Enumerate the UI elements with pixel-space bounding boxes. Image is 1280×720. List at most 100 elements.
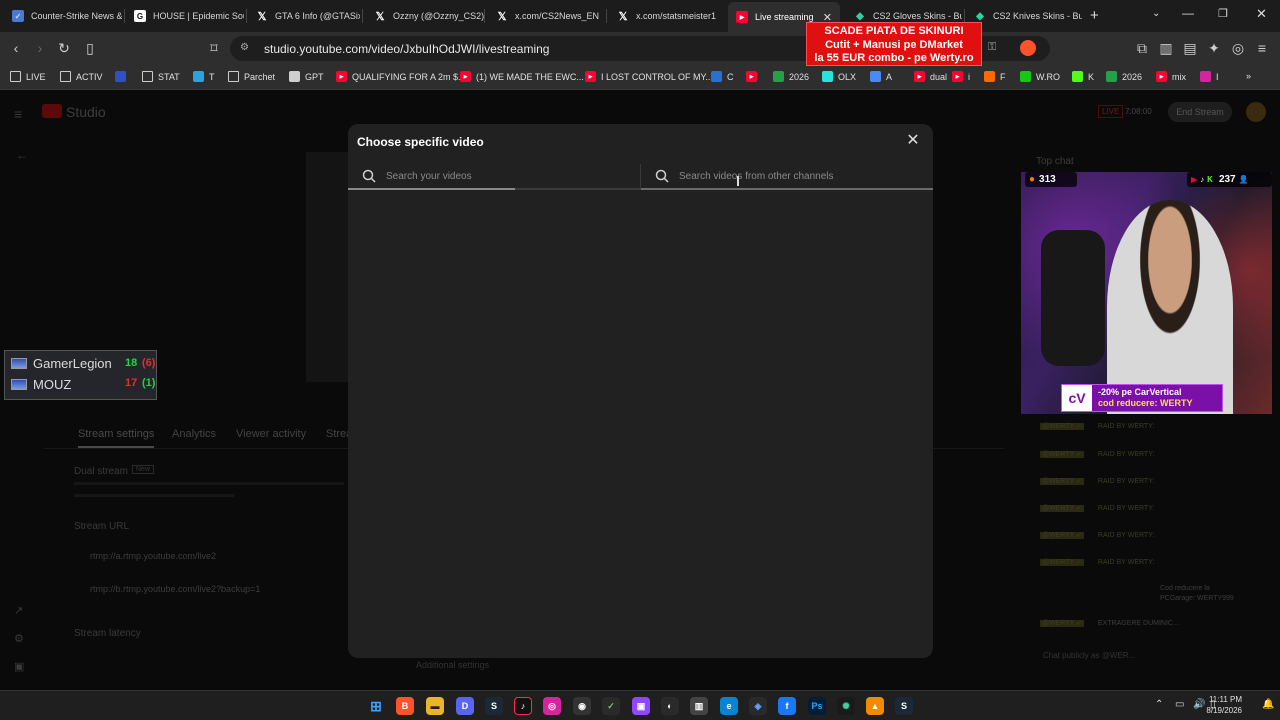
twitch-icon[interactable]: ▣ bbox=[632, 697, 650, 715]
close-window-icon[interactable]: ✕ bbox=[1256, 6, 1267, 22]
feedback-icon[interactable]: ▣ bbox=[14, 660, 24, 673]
notification-bell-icon[interactable]: 🔔 bbox=[1262, 699, 1274, 710]
chat-message: @WERTY ✓ RAID BY WERTY: bbox=[1040, 505, 1155, 512]
settings-icon[interactable]: ⚙ bbox=[14, 632, 24, 645]
studio-brand: Studio bbox=[66, 104, 106, 120]
app-icon[interactable]: ◈ bbox=[749, 697, 767, 715]
bookmark-item[interactable]: T bbox=[193, 71, 215, 82]
minimize-icon[interactable]: — bbox=[1182, 6, 1194, 20]
avatar[interactable] bbox=[1246, 102, 1266, 122]
forward-icon[interactable]: › bbox=[32, 40, 48, 56]
reload-icon[interactable]: ↻ bbox=[56, 40, 72, 56]
vpn-icon[interactable]: ◎ bbox=[1230, 40, 1246, 56]
bookmark-item[interactable]: W.RO bbox=[1020, 71, 1060, 82]
tab-list-icon[interactable]: ⌄ bbox=[1152, 8, 1160, 19]
bookmark-item[interactable] bbox=[115, 71, 126, 82]
back-arrow-icon[interactable]: ← bbox=[16, 148, 28, 162]
site-settings-icon[interactable]: ⚙ bbox=[240, 42, 249, 53]
browser-tab[interactable]: 𝕏 x.com/CS2News_EN bbox=[488, 4, 606, 28]
search-own-videos-input[interactable] bbox=[386, 170, 626, 182]
bookmark-item[interactable]: ▶ dual bbox=[914, 71, 947, 82]
browser-tab[interactable]: G HOUSE | Epidemic Sou bbox=[126, 4, 244, 28]
instagram-icon[interactable]: ◎ bbox=[543, 697, 561, 715]
bookmark-item[interactable]: A bbox=[870, 71, 892, 82]
browser-tab[interactable]: 𝕏 GTA 6 Info (@GTASixI bbox=[248, 4, 360, 28]
bookmark-item[interactable]: ▶ I LOST CONTROL OF MY... bbox=[585, 71, 713, 82]
tab-analytics[interactable]: Analytics bbox=[172, 428, 216, 440]
chat-input[interactable]: Chat publicly as @WER... bbox=[1043, 651, 1135, 660]
bookmark-item[interactable]: STAT bbox=[142, 71, 180, 82]
team-name: MOUZ bbox=[33, 377, 72, 392]
discord-icon[interactable]: D bbox=[456, 697, 474, 715]
green-app-icon bbox=[1106, 71, 1117, 82]
app-icon[interactable]: ▥ bbox=[690, 697, 708, 715]
bookmark-label: dual bbox=[930, 71, 948, 82]
sidebar-toggle-icon[interactable]: ▥ bbox=[1158, 40, 1174, 56]
system-clock[interactable]: 11:11 PM 8/19/2026 bbox=[1206, 694, 1242, 716]
extensions-icon[interactable]: ⧉ bbox=[1134, 40, 1150, 56]
end-stream-button[interactable]: End Stream bbox=[1168, 102, 1232, 122]
network-icon[interactable]: ▭ bbox=[1175, 699, 1184, 710]
new-tab-icon[interactable]: + bbox=[1090, 7, 1099, 24]
photoshop-icon[interactable]: Ps bbox=[808, 697, 826, 715]
additional-settings-link[interactable]: Additional settings bbox=[416, 660, 489, 670]
bookmark-item[interactable]: K bbox=[1072, 71, 1094, 82]
close-icon[interactable]: ✕ bbox=[906, 133, 920, 149]
tray-chevron-icon[interactable]: ⌃ bbox=[1155, 699, 1163, 710]
hamburger-icon[interactable]: ≡ bbox=[14, 106, 22, 122]
edge-icon[interactable]: e bbox=[720, 697, 738, 715]
sidebar-icon[interactable]: ▯ bbox=[82, 40, 98, 56]
chat-header[interactable]: Top chat bbox=[1036, 156, 1074, 167]
more-bookmarks-icon[interactable]: » bbox=[1246, 71, 1251, 81]
search-icon bbox=[655, 169, 669, 183]
tab-viewer-activity[interactable]: Viewer activity bbox=[236, 428, 306, 440]
tab-stream-settings[interactable]: Stream settings bbox=[78, 428, 155, 448]
bookmark-item[interactable]: ▶ (1) WE MADE THE EWC... bbox=[460, 71, 584, 82]
leo-ai-icon[interactable]: ✦ bbox=[1206, 40, 1222, 56]
match-scoreboard: GamerLegion 18 (6) MOUZ 17 (1) bbox=[4, 350, 157, 400]
bookmark-item[interactable]: I bbox=[1200, 71, 1219, 82]
bookmark-item[interactable]: F bbox=[984, 71, 1006, 82]
bookmark-item[interactable]: ▶ QUALIFYING FOR A 2m $... bbox=[336, 71, 466, 82]
restore-icon[interactable]: ❐ bbox=[1218, 7, 1228, 20]
bookmark-item[interactable]: LIVE bbox=[10, 71, 46, 82]
file-explorer-icon[interactable]: ▬ bbox=[426, 697, 444, 715]
browser-tab[interactable]: 𝕏 x.com/statsmeister1 bbox=[609, 4, 727, 28]
brave-shields-icon[interactable] bbox=[1020, 40, 1036, 56]
menu-icon[interactable]: ≡ bbox=[1254, 40, 1270, 56]
back-icon[interactable]: ‹ bbox=[8, 40, 24, 56]
bookmark-item[interactable]: Parchet bbox=[228, 71, 275, 82]
bookmark-item[interactable]: ▶ i bbox=[952, 71, 970, 82]
browser-tab[interactable]: ◆ CS2 Knives Skins - Bu bbox=[966, 4, 1082, 28]
search-other-channels-input[interactable] bbox=[679, 170, 919, 182]
bookmark-icon[interactable]: ⌑ bbox=[206, 40, 222, 56]
tab-title: Live streaming bbox=[755, 12, 814, 22]
app-icon[interactable]: ◐ bbox=[661, 697, 679, 715]
app-icon[interactable]: ◉ bbox=[573, 697, 591, 715]
bookmark-item[interactable]: ACTIV bbox=[60, 71, 103, 82]
steam-icon[interactable]: S bbox=[485, 697, 503, 715]
vlc-icon[interactable]: ▲ bbox=[866, 697, 884, 715]
todo-icon[interactable]: ✓ bbox=[602, 697, 620, 715]
brave-icon[interactable]: B bbox=[396, 697, 414, 715]
start-icon[interactable]: ⊞ bbox=[367, 697, 385, 715]
promo-line: Cutit + Manusi pe DMarket bbox=[825, 38, 963, 51]
steam-icon[interactable]: S bbox=[895, 697, 913, 715]
bookmark-item[interactable]: C bbox=[711, 71, 734, 82]
wallet-icon[interactable]: ▤ bbox=[1182, 40, 1198, 56]
facebook-icon[interactable]: f bbox=[778, 697, 796, 715]
volume-icon[interactable]: 🔊 bbox=[1193, 699, 1205, 710]
bookmark-item[interactable]: 2026 bbox=[773, 71, 809, 82]
bookmark-item[interactable]: OLX bbox=[822, 71, 856, 82]
bookmark-item[interactable]: 2026 bbox=[1106, 71, 1142, 82]
app-icon[interactable]: ✺ bbox=[837, 697, 855, 715]
external-link-icon[interactable]: ↗ bbox=[14, 604, 23, 617]
bookmark-item[interactable]: ▶ bbox=[746, 71, 757, 82]
bookmark-item[interactable]: ▶ mix bbox=[1156, 71, 1186, 82]
bookmark-item[interactable]: GPT bbox=[289, 71, 324, 82]
search-divider bbox=[640, 164, 641, 188]
password-key-icon[interactable]: ⚿ bbox=[988, 41, 996, 54]
browser-tab[interactable]: 𝕏 Ozzny (@Ozzny_CS2) bbox=[366, 4, 484, 28]
tiktok-icon[interactable]: ♪ bbox=[514, 697, 532, 715]
browser-tab[interactable]: ✓ Counter-Strike News & bbox=[4, 4, 122, 28]
